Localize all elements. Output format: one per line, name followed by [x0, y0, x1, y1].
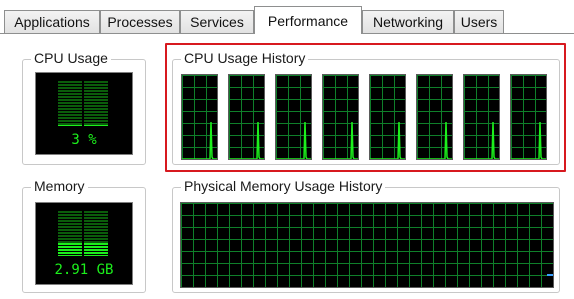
memory-history-group: Physical Memory Usage History [172, 178, 560, 293]
tab-users[interactable]: Users [454, 10, 504, 33]
memory-group: Memory 2.91 GB [22, 178, 146, 293]
tab-services[interactable]: Services [180, 10, 254, 33]
cpu-usage-meter: 3 % [35, 72, 133, 155]
tab-applications[interactable]: Applications [4, 10, 100, 33]
cpu-usage-value: 3 % [71, 132, 97, 148]
meter-divider [82, 211, 84, 256]
tab-performance[interactable]: Performance [254, 6, 362, 34]
memory-meter-bars [58, 211, 108, 256]
meter-divider [82, 81, 84, 126]
memory-history-graph [180, 202, 554, 288]
memory-history-trace [547, 274, 553, 276]
tab-processes[interactable]: Processes [100, 10, 180, 33]
memory-label: Memory [31, 178, 88, 194]
cpu-usage-group: CPU Usage 3 % [22, 50, 146, 165]
memory-value: 2.91 GB [54, 262, 114, 278]
memory-meter: 2.91 GB [35, 202, 133, 285]
tab-networking[interactable]: Networking [362, 10, 454, 33]
cpu-usage-meter-bars [58, 81, 108, 126]
memory-history-label: Physical Memory Usage History [181, 178, 386, 194]
tab-strip: Applications Processes Services Performa… [0, 0, 574, 34]
cpu-usage-label: CPU Usage [31, 50, 111, 66]
cpu-history-highlight [165, 43, 566, 172]
